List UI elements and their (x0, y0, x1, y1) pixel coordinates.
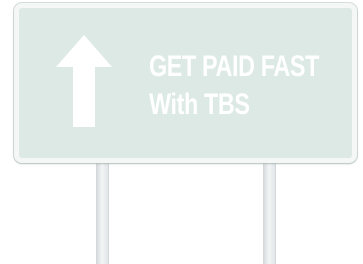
road-sign-illustration: GET PAID FAST With TBS (0, 0, 363, 264)
sign-subline: With TBS (149, 88, 250, 121)
sign-text: GET PAID FAST With TBS (149, 48, 359, 124)
sign-panel: GET PAID FAST With TBS (14, 3, 357, 163)
sign-headline: GET PAID FAST (149, 50, 320, 83)
sign-post-left (96, 150, 109, 264)
arrow-up-icon (56, 35, 112, 127)
sign-post-right (263, 150, 276, 264)
